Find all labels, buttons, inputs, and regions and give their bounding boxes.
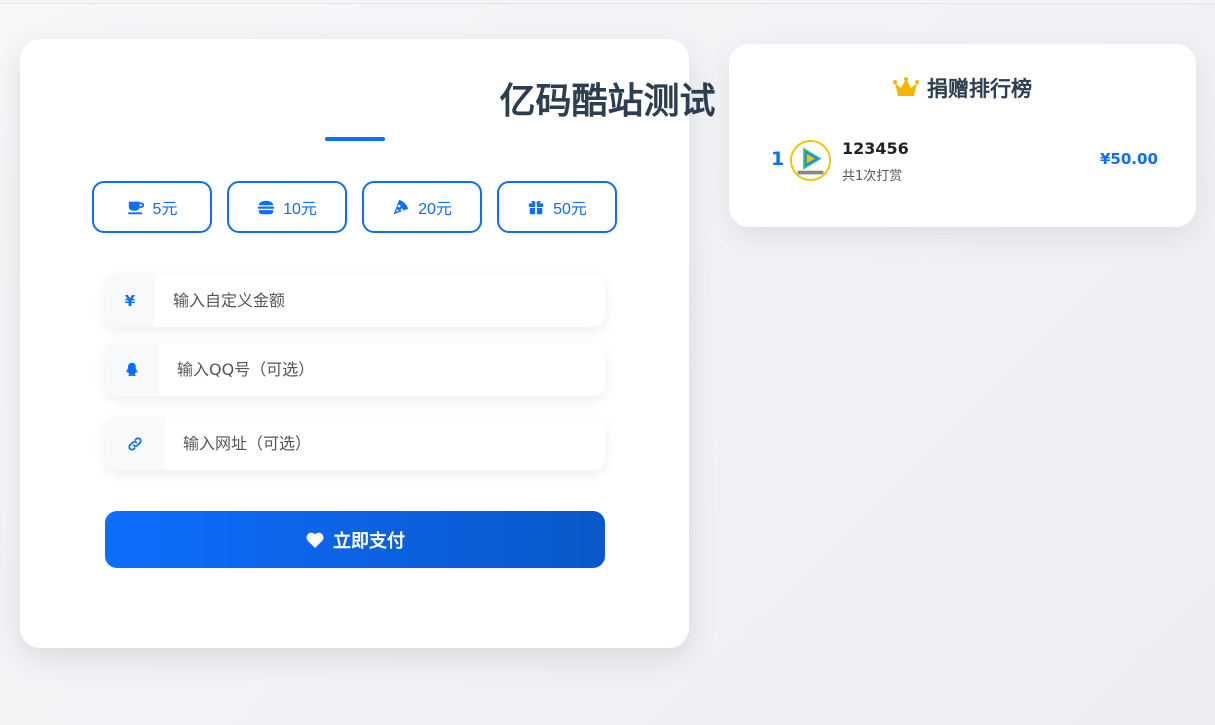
video-logo-icon (792, 142, 829, 179)
pay-button[interactable]: 立即支付 (105, 511, 605, 568)
amount-label: 5元 (152, 201, 178, 218)
donor-count: 共1次打赏 (842, 169, 903, 184)
yen-symbol: ¥ (105, 274, 155, 327)
url-input[interactable] (165, 417, 605, 470)
top-border (0, 0, 1215, 4)
donor-name: 123456 (842, 139, 909, 158)
avatar (790, 140, 831, 181)
ranking-header: 捐赠排行榜 (729, 73, 1196, 103)
link-icon (128, 436, 142, 451)
amount-label: 50元 (553, 201, 587, 218)
gift-icon (528, 200, 544, 215)
custom-amount-input[interactable] (155, 274, 605, 327)
pizza-icon (393, 199, 409, 215)
amount-label: 10元 (283, 201, 317, 218)
pay-button-label: 立即支付 (333, 530, 405, 552)
rank-number: 1 (771, 148, 785, 170)
amount-10-button[interactable]: 10元 (227, 181, 347, 233)
amount-50-button[interactable]: 50元 (497, 181, 617, 233)
title-underline (325, 137, 385, 141)
heart-icon (306, 532, 324, 548)
crown-icon (893, 77, 919, 96)
donor-amount: ¥50.00 (1100, 150, 1158, 168)
qq-icon (126, 362, 138, 376)
url-field (105, 417, 605, 470)
amount-20-button[interactable]: 20元 (362, 181, 482, 233)
qq-input[interactable] (159, 343, 605, 396)
url-addon (105, 417, 165, 470)
qq-field (105, 343, 605, 396)
qq-addon (105, 343, 159, 396)
amount-label: 20元 (418, 201, 452, 218)
amount-5-button[interactable]: 5元 (92, 181, 212, 233)
ranking-title: 捐赠排行榜 (927, 77, 1032, 101)
burger-icon (257, 200, 275, 215)
coffee-icon (127, 201, 144, 215)
custom-amount-field: ¥ (105, 274, 605, 327)
ranking-card (729, 44, 1196, 227)
